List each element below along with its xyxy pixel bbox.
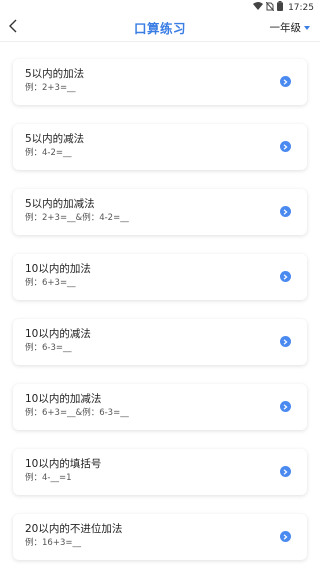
exercise-example: 例：16+3=__ [25,538,81,548]
exercise-title: 10以内的减法 [25,328,91,340]
exercise-card[interactable]: 10以内的减法 例：6-3=__ [13,319,307,365]
app-header: 口算练习 一年级 [0,13,320,41]
exercise-example: 例：2+3=__&例：4-2=__ [25,213,129,223]
exercise-title: 5以内的加法 [25,68,85,80]
exercise-list: 5以内的加法 例：2+3=__ 5以内的减法 例：4-2=__ 5以内的加减法 … [0,59,320,560]
chevron-left-icon [9,18,17,37]
exercise-example: 例：6+3=__ [25,278,76,288]
exercise-example: 例：4-__=1 [25,473,72,483]
exercise-title: 20以内的不进位加法 [25,523,123,535]
exercise-card[interactable]: 10以内的加减法 例：6+3=__&例：6-3=__ [13,384,307,430]
exercise-example: 例：4-2=__ [25,148,72,158]
exercise-card[interactable]: 20以内的不进位加法 例：16+3=__ [13,514,307,560]
chevron-right-circle-icon[interactable] [280,76,291,87]
wifi-icon [253,2,264,13]
exercise-card[interactable]: 5以内的加减法 例：2+3=__&例：4-2=__ [13,189,307,235]
exercise-title: 10以内的填括号 [25,458,102,470]
chevron-right-circle-icon[interactable] [280,466,291,477]
exercise-example: 例：6-3=__ [25,343,72,353]
caret-down-icon [304,25,310,30]
grade-select[interactable]: 一年级 [269,20,310,35]
exercise-card[interactable]: 5以内的加法 例：2+3=__ [13,59,307,105]
exercise-card[interactable]: 10以内的加法 例：6+3=__ [13,254,307,300]
exercise-title: 10以内的加法 [25,263,91,275]
back-button[interactable] [6,19,20,35]
chevron-right-circle-icon[interactable] [280,271,291,282]
exercise-example: 例：6+3=__&例：6-3=__ [25,408,129,418]
exercise-card[interactable]: 10以内的填括号 例：4-__=1 [13,449,307,495]
status-bar: 17:25 [0,0,320,13]
chevron-right-circle-icon[interactable] [280,531,291,542]
no-sim-icon [265,1,275,14]
chevron-right-circle-icon[interactable] [280,141,291,152]
chevron-right-circle-icon[interactable] [280,336,291,347]
exercise-example: 例：2+3=__ [25,83,76,93]
page-title: 口算练习 [133,20,186,36]
grade-select-label: 一年级 [269,22,302,34]
exercise-card[interactable]: 5以内的减法 例：4-2=__ [13,124,307,170]
header-divider [0,41,320,42]
exercise-title: 5以内的加减法 [25,198,95,210]
chevron-right-circle-icon[interactable] [280,401,291,412]
status-time: 17:25 [288,2,314,13]
chevron-right-circle-icon[interactable] [280,206,291,217]
exercise-title: 5以内的减法 [25,133,85,145]
exercise-title: 10以内的加减法 [25,393,102,405]
